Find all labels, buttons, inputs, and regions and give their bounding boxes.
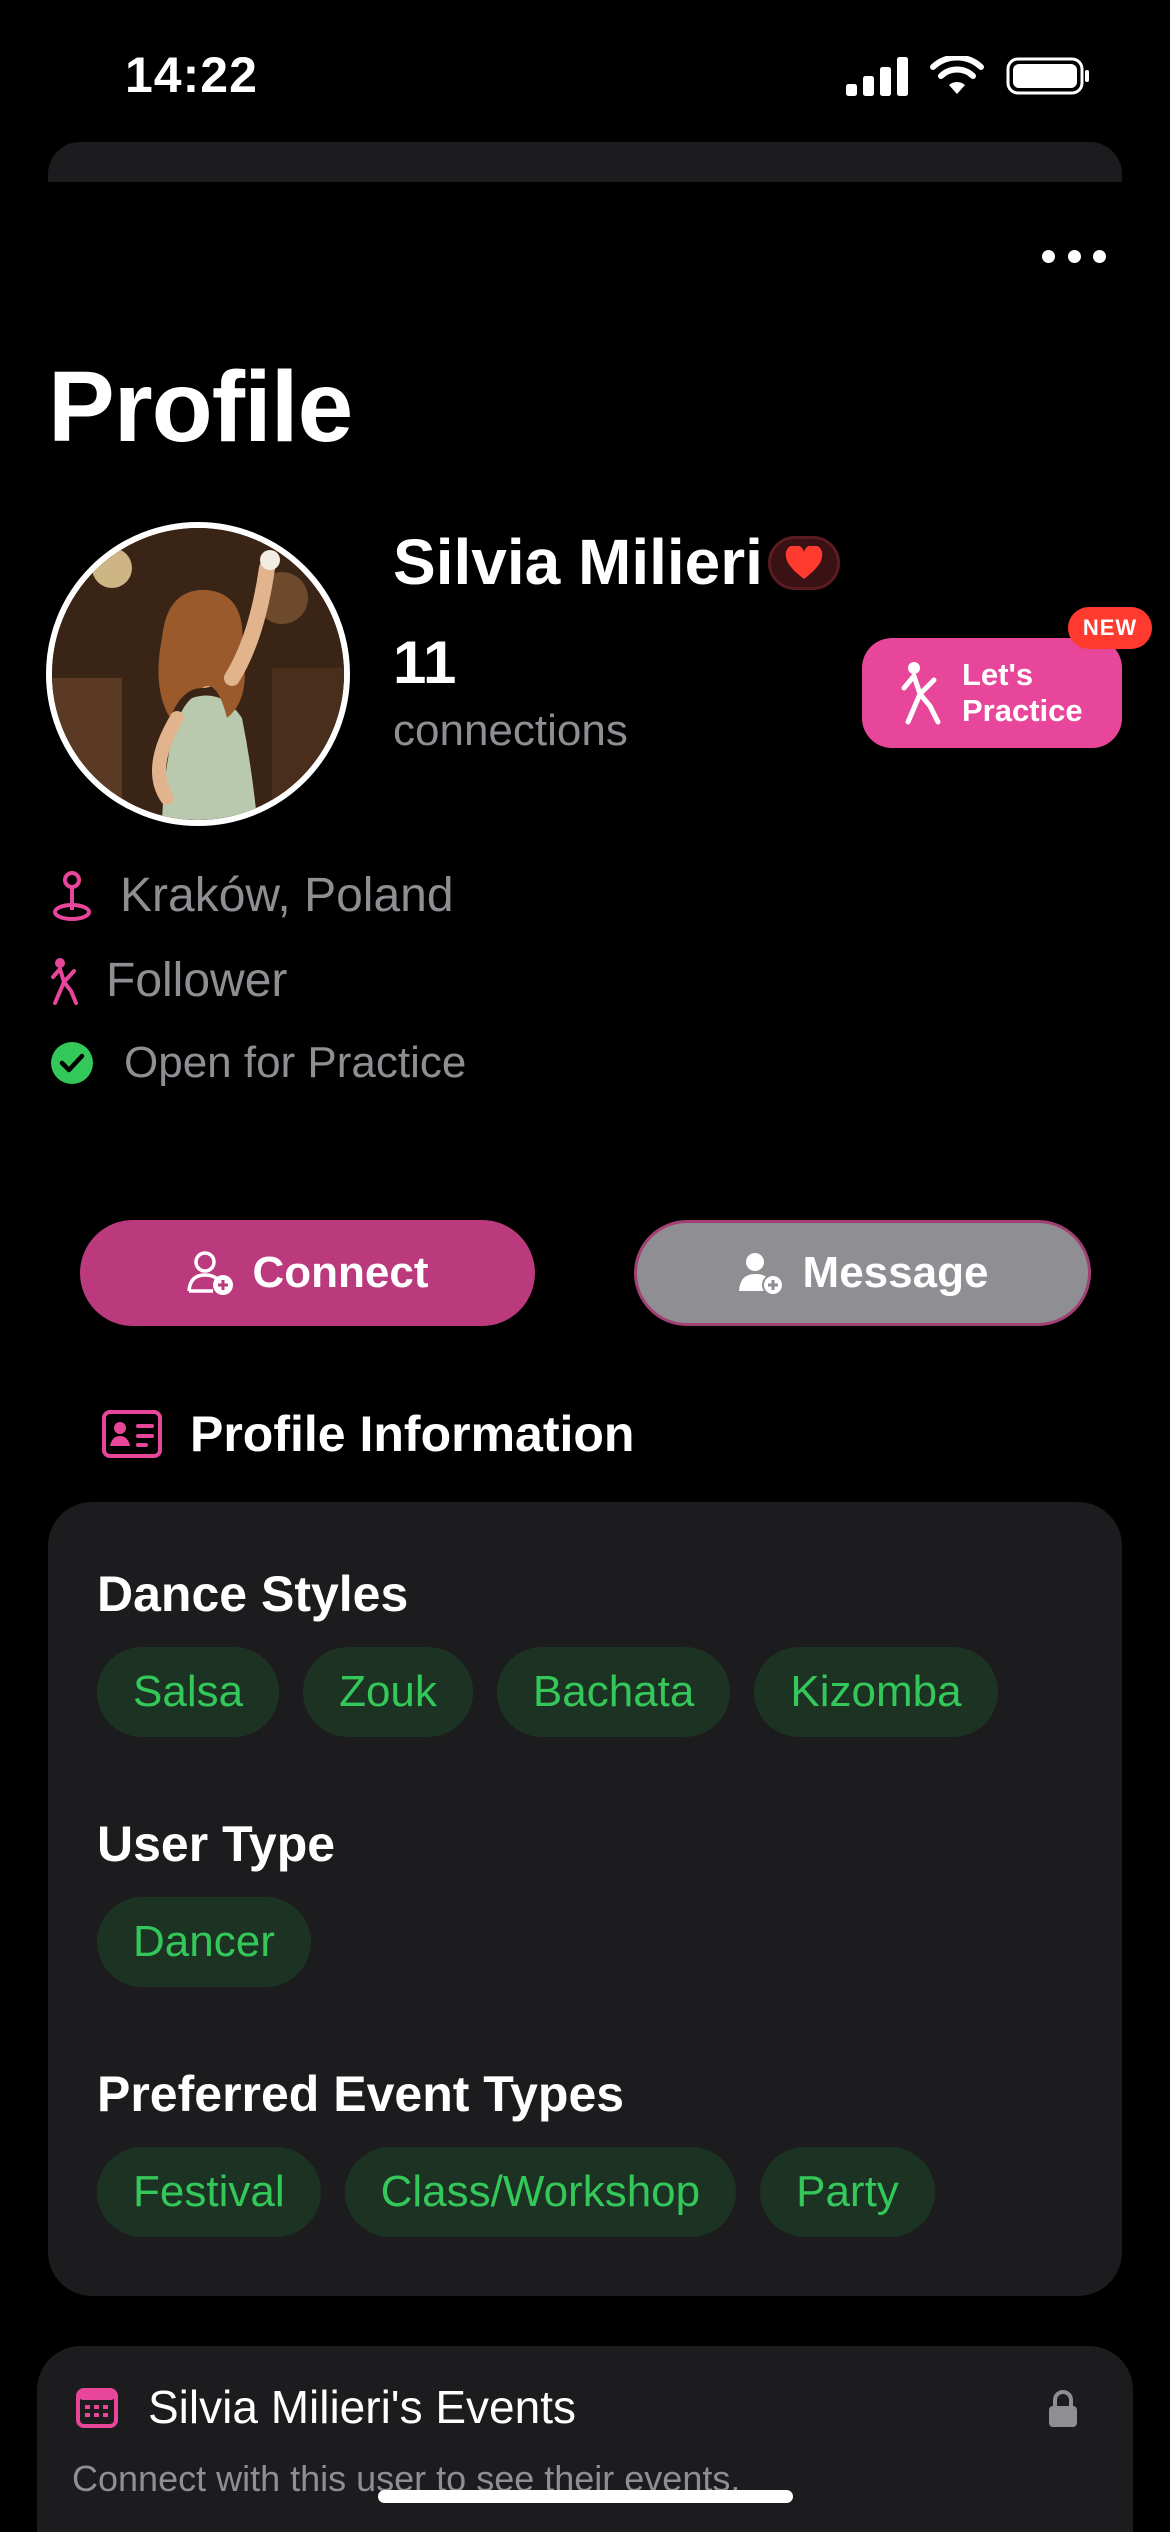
role-row: Follower <box>48 953 287 1008</box>
avatar[interactable] <box>46 522 350 826</box>
wifi-icon <box>930 56 984 94</box>
more-options-button[interactable] <box>1034 236 1114 276</box>
user-name: Silvia Milieri <box>393 526 763 598</box>
connect-button[interactable]: Connect <box>80 1220 535 1326</box>
preferred-event-types-chips: Festival Class/Workshop Party <box>97 2147 935 2237</box>
preferred-event-types-label: Preferred Event Types <box>97 2066 625 2122</box>
add-user-icon <box>738 1253 784 1295</box>
events-header: Silvia Milieri's Events <box>76 2380 576 2434</box>
home-indicator[interactable] <box>378 2490 793 2503</box>
status-time: 14:22 <box>125 47 258 103</box>
more-dot <box>1093 249 1106 263</box>
user-type-chips: Dancer <box>97 1897 311 1987</box>
events-title: Silvia Milieri's Events <box>148 2381 576 2433</box>
section-title: Profile Information <box>190 1406 635 1462</box>
chip: Festival <box>97 2147 321 2237</box>
status-icons <box>846 56 1090 96</box>
lock-icon <box>1049 2390 1077 2427</box>
lets-practice-button[interactable]: Let's Practice <box>862 638 1122 748</box>
chip: Bachata <box>496 1647 731 1737</box>
location-pin-icon <box>48 870 96 922</box>
location-text: Kraków, Poland <box>120 869 454 922</box>
connect-label: Connect <box>252 1248 429 1297</box>
battery-icon <box>1006 57 1089 95</box>
dancer-icon <box>901 662 941 725</box>
message-button[interactable]: Message <box>634 1220 1091 1326</box>
dance-styles-chips: Salsa Zouk Bachata Kizomba <box>97 1647 998 1737</box>
add-user-icon <box>186 1251 233 1295</box>
status-bar: 14:22 <box>0 0 1170 140</box>
dance-styles-label: Dance Styles <box>97 1566 409 1622</box>
user-type-label: User Type <box>97 1816 336 1872</box>
page-title: Profile <box>48 351 353 463</box>
availability-text: Open for Practice <box>124 1038 467 1087</box>
id-card-icon <box>102 1410 162 1458</box>
location-row: Kraków, Poland <box>48 868 454 923</box>
check-circle-icon <box>48 1041 96 1085</box>
profile-information-header: Profile Information <box>102 1405 634 1463</box>
chip: Salsa <box>97 1647 280 1737</box>
chip: Kizomba <box>754 1647 998 1737</box>
new-badge: NEW <box>1068 607 1152 649</box>
heart-icon <box>785 546 823 579</box>
sheet-top-edge <box>48 142 1122 182</box>
more-dot <box>1067 249 1081 263</box>
favorite-badge[interactable] <box>768 536 840 590</box>
availability-row: Open for Practice <box>48 1038 466 1088</box>
role-text: Follower <box>106 954 288 1007</box>
message-label: Message <box>802 1248 989 1297</box>
connections-label: connections <box>393 706 628 755</box>
chip: Zouk <box>303 1647 473 1737</box>
avatar-photo <box>52 528 344 820</box>
signal-icon <box>846 57 908 96</box>
events-card[interactable] <box>37 2346 1133 2532</box>
lets-practice-label: Let's Practice <box>962 657 1083 728</box>
more-horizontal-icon <box>1042 249 1055 263</box>
calendar-icon <box>76 2388 118 2428</box>
chip: Class/Workshop <box>344 2147 737 2237</box>
chip: Party <box>760 2147 935 2237</box>
dancer-icon <box>48 957 82 1005</box>
connections-count: 11 <box>393 629 457 696</box>
chip: Dancer <box>97 1897 311 1987</box>
